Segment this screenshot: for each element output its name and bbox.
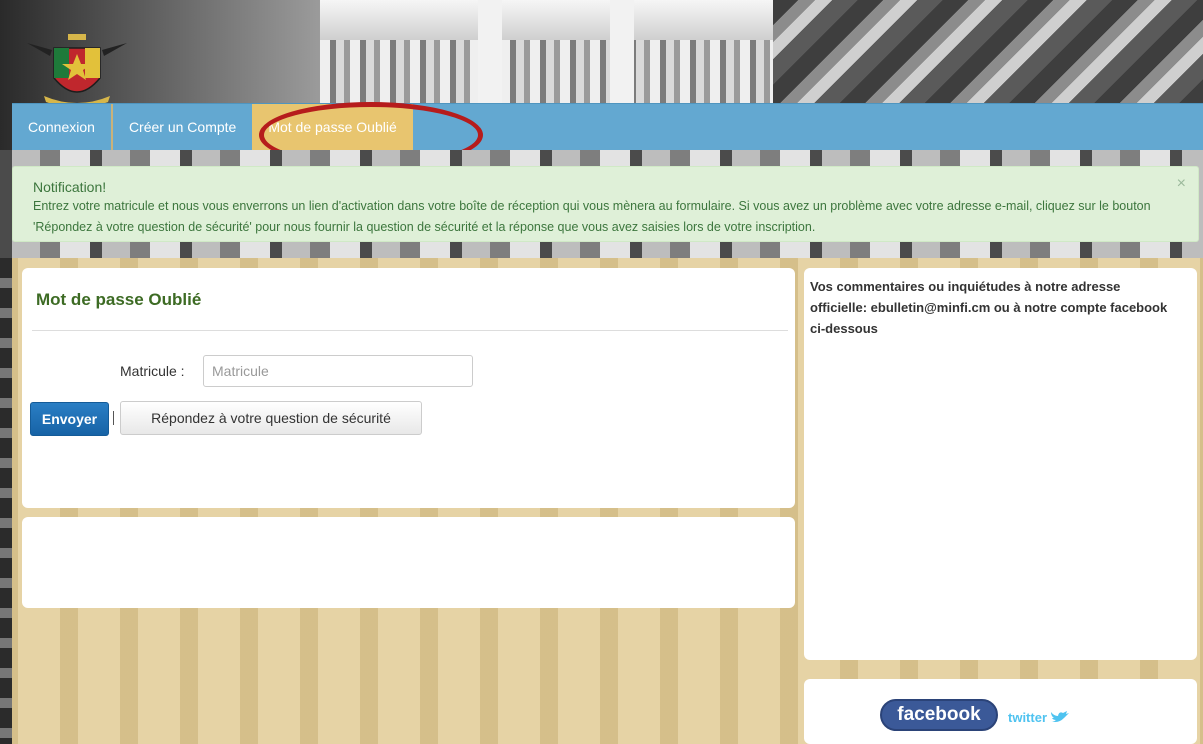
facebook-button[interactable]: facebook (880, 699, 998, 731)
contact-sidebar: Vos commentaires ou inquiétudes à notre … (804, 268, 1197, 660)
forgot-password-panel: Mot de passe Oublié Matricule : Envoyer … (22, 268, 795, 508)
facebook-label: facebook (897, 704, 981, 725)
matricule-label: Matricule : (120, 363, 185, 379)
twitter-label: twitter (1008, 709, 1047, 725)
contact-text: Vos commentaires ou inquiétudes à notre … (810, 279, 1168, 336)
divider (32, 330, 788, 331)
notification-alert: Notification! Entrez votre matricule et … (12, 166, 1199, 242)
twitter-button[interactable]: twitter (1008, 707, 1070, 727)
twitter-bird-icon (1051, 711, 1069, 722)
notification-body: Entrez votre matricule et nous vous enve… (33, 199, 1151, 234)
main-nav: Connexion Créer un Compte Mot de passe O… (12, 103, 1203, 151)
social-panel: facebook twitter (804, 679, 1197, 744)
empty-panel (22, 517, 795, 608)
close-icon[interactable]: × (1177, 175, 1186, 193)
coat-of-arms-logo (27, 34, 127, 108)
button-separator (113, 411, 114, 425)
nav-connexion[interactable]: Connexion (12, 104, 113, 150)
security-question-button[interactable]: Répondez à votre question de sécurité (120, 401, 422, 435)
page-title: Mot de passe Oublié (36, 290, 202, 309)
send-button[interactable]: Envoyer (30, 402, 109, 436)
background-left-edge (0, 258, 12, 744)
notification-title: Notification! (33, 179, 107, 195)
nav-creer-compte[interactable]: Créer un Compte (113, 104, 252, 150)
matricule-input[interactable] (203, 355, 473, 387)
